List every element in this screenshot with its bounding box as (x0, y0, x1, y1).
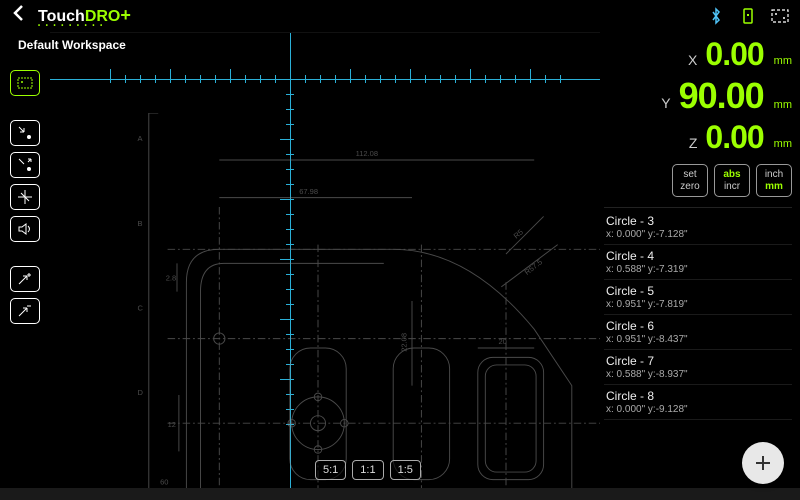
ruler-horizontal (50, 79, 600, 80)
fullscreen-icon[interactable] (768, 4, 792, 28)
set-zero-button[interactable]: set zero (672, 164, 708, 197)
canvas-area[interactable]: 4 5 6 7 8 A B C D (50, 32, 600, 488)
svg-text:A: A (138, 134, 143, 143)
app-logo: TouchDRO+ • • • • • • • • • (38, 5, 131, 28)
svg-text:C: C (138, 303, 144, 312)
blueprint-drawing: 4 5 6 7 8 A B C D (130, 113, 600, 488)
list-item[interactable]: Circle - 3 x: 0.000" y:-7.128" (604, 210, 792, 245)
readout-panel: X 0.00 mm Y 90.00 mm Z 0.00 mm set zero (600, 32, 800, 488)
zoom-5-1-button[interactable]: 5:1 (315, 460, 346, 480)
android-nav-bar (0, 488, 800, 500)
list-item[interactable]: Circle - 8 x: 0.000" y:-9.128" (604, 385, 792, 420)
zoom-1-5-button[interactable]: 1:5 (390, 460, 421, 480)
svg-text:22.08: 22.08 (399, 333, 408, 352)
list-item[interactable]: Circle - 6 x: 0.951" y:-8.437" (604, 315, 792, 350)
list-item[interactable]: Circle - 7 x: 0.588" y:-8.937" (604, 350, 792, 385)
svg-text:20: 20 (498, 337, 506, 346)
svg-text:12: 12 (168, 420, 176, 429)
tool-speaker-button[interactable] (10, 216, 40, 242)
tool-measure-minus-button[interactable] (10, 298, 40, 324)
axis-row-x[interactable]: X 0.00 mm (604, 36, 792, 73)
svg-text:67.98: 67.98 (299, 187, 318, 196)
back-button[interactable] (8, 4, 30, 28)
tool-column (0, 32, 50, 488)
bluetooth-icon[interactable] (704, 4, 728, 28)
abs-incr-button[interactable]: abs incr (714, 164, 750, 197)
tool-probe-up-button[interactable] (10, 152, 40, 178)
tool-probe-down-button[interactable] (10, 120, 40, 146)
zoom-1-1-button[interactable]: 1:1 (352, 460, 383, 480)
list-item[interactable]: Circle - 5 x: 0.951" y:-7.819" (604, 280, 792, 315)
add-fab-button[interactable] (742, 442, 784, 484)
tool-axis-cross-button[interactable] (10, 184, 40, 210)
axis-row-y[interactable]: Y 90.00 mm (604, 75, 792, 117)
axis-row-z[interactable]: Z 0.00 mm (604, 119, 792, 156)
list-item[interactable]: Circle - 4 x: 0.588" y:-7.319" (604, 245, 792, 280)
svg-text:60: 60 (160, 477, 168, 486)
svg-text:R57.5: R57.5 (523, 257, 544, 276)
svg-text:R5: R5 (512, 227, 525, 240)
tool-view-button[interactable] (10, 70, 40, 96)
svg-text:D: D (138, 388, 144, 397)
svg-text:2.8: 2.8 (166, 273, 176, 282)
inch-mm-button[interactable]: inch mm (756, 164, 792, 197)
tool-measure-plus-button[interactable] (10, 266, 40, 292)
svg-text:112.08: 112.08 (356, 149, 378, 158)
svg-text:B: B (138, 219, 143, 228)
zoom-button-group: 5:1 1:1 1:5 (315, 460, 421, 480)
top-bar: TouchDRO+ • • • • • • • • • (0, 0, 800, 32)
device-icon[interactable] (736, 4, 760, 28)
